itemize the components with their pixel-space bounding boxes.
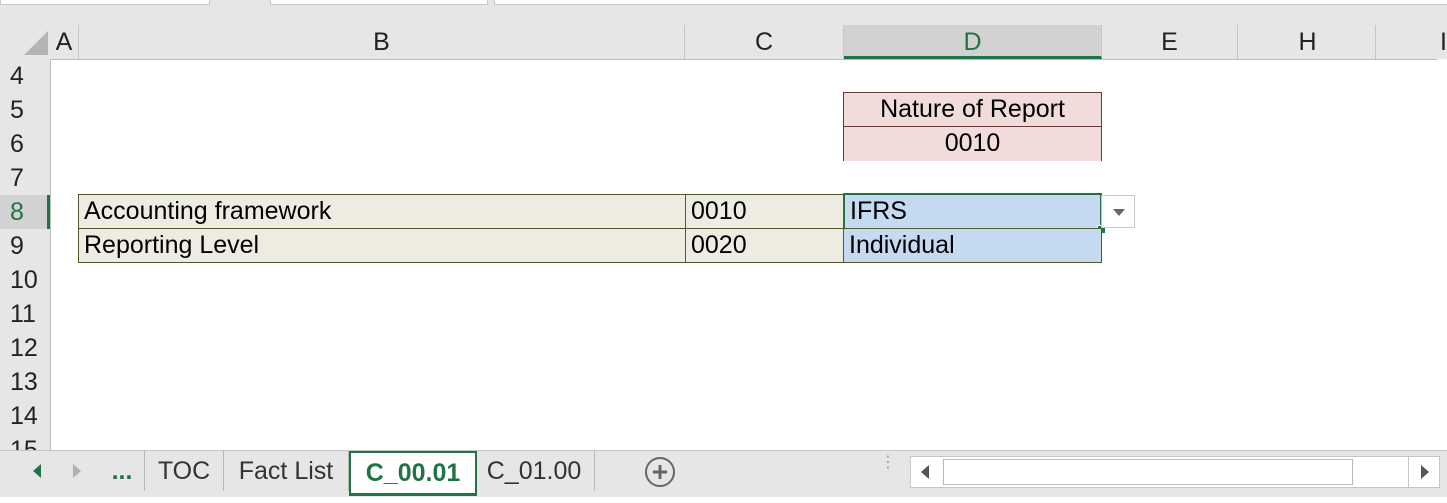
scroll-right-button[interactable] [1408,457,1439,487]
select-all-triangle-icon [24,31,48,55]
column-header-e[interactable]: E [1102,25,1238,59]
chevron-left-icon [33,464,41,478]
formula-bar-strip [0,0,1447,25]
vertical-scroll-area[interactable] [1437,59,1447,450]
tab-toc[interactable]: TOC [145,451,224,491]
row-header-8[interactable]: 8 [0,195,50,229]
row-header-11[interactable]: 11 [0,297,50,331]
column-header-a[interactable]: A [50,25,79,59]
tab-fact-list[interactable]: Fact List [224,451,349,491]
add-sheet-button[interactable] [640,451,680,491]
reporting-level-value[interactable]: Individual [843,228,1102,263]
formula-toolbar[interactable] [270,0,488,5]
more-sheets-button[interactable]: ... [100,451,145,491]
plus-circle-icon [645,457,675,487]
reporting-level-code[interactable]: 0020 [685,228,844,263]
row-header-12[interactable]: 12 [0,331,50,365]
reporting-level-label[interactable]: Reporting Level [78,228,686,263]
column-header-b[interactable]: B [79,25,685,59]
row-header-10[interactable]: 10 [0,263,50,297]
column-header-c[interactable]: C [685,25,844,59]
tab-c-00-01[interactable]: C_00.01 [349,451,477,496]
tab-splitter-handle[interactable]: ⋮ [880,455,896,485]
row-header-13[interactable]: 13 [0,365,50,399]
formula-input[interactable] [494,0,1447,5]
prev-sheet-button[interactable] [22,451,52,491]
sheet-tab-bar: ... TOC Fact List C_00.01 C_01.00 ⋮ [0,450,1447,497]
name-box[interactable] [0,0,210,5]
row-header-14[interactable]: 14 [0,399,50,433]
accounting-framework-label[interactable]: Accounting framework [78,194,686,229]
column-header-h[interactable]: H [1240,25,1376,59]
row-header-15[interactable]: 15 [0,433,50,450]
row-header-7[interactable]: 7 [0,161,50,195]
horizontal-scroll-thumb[interactable] [943,459,1353,485]
row-header-9[interactable]: 9 [0,229,50,263]
row-header-column: 4 5 6 7 8 9 10 11 12 13 14 15 [0,59,51,450]
scroll-left-button[interactable] [911,457,941,487]
horizontal-scrollbar[interactable] [910,456,1440,488]
nature-of-report-code[interactable]: 0010 [843,126,1102,161]
tab-c-01-00[interactable]: C_01.00 [474,451,595,491]
caret-down-icon [1113,209,1125,216]
nature-of-report-header[interactable]: Nature of Report [843,92,1102,127]
select-all-corner[interactable] [0,25,50,59]
chevron-right-icon [73,464,81,478]
column-header-row: A B C D E H I [0,25,1447,60]
scroll-left-icon [921,465,929,479]
scroll-right-icon [1421,465,1429,479]
column-header-d[interactable]: D [844,25,1102,59]
accounting-framework-code[interactable]: 0010 [685,194,844,229]
next-sheet-button[interactable] [62,451,92,491]
accounting-framework-value[interactable]: IFRS [843,193,1102,230]
column-header-i[interactable]: I [1376,25,1447,59]
validation-dropdown-button[interactable] [1101,195,1135,228]
row-header-5[interactable]: 5 [0,93,50,127]
row-header-6[interactable]: 6 [0,127,50,161]
row-header-4[interactable]: 4 [0,59,50,93]
